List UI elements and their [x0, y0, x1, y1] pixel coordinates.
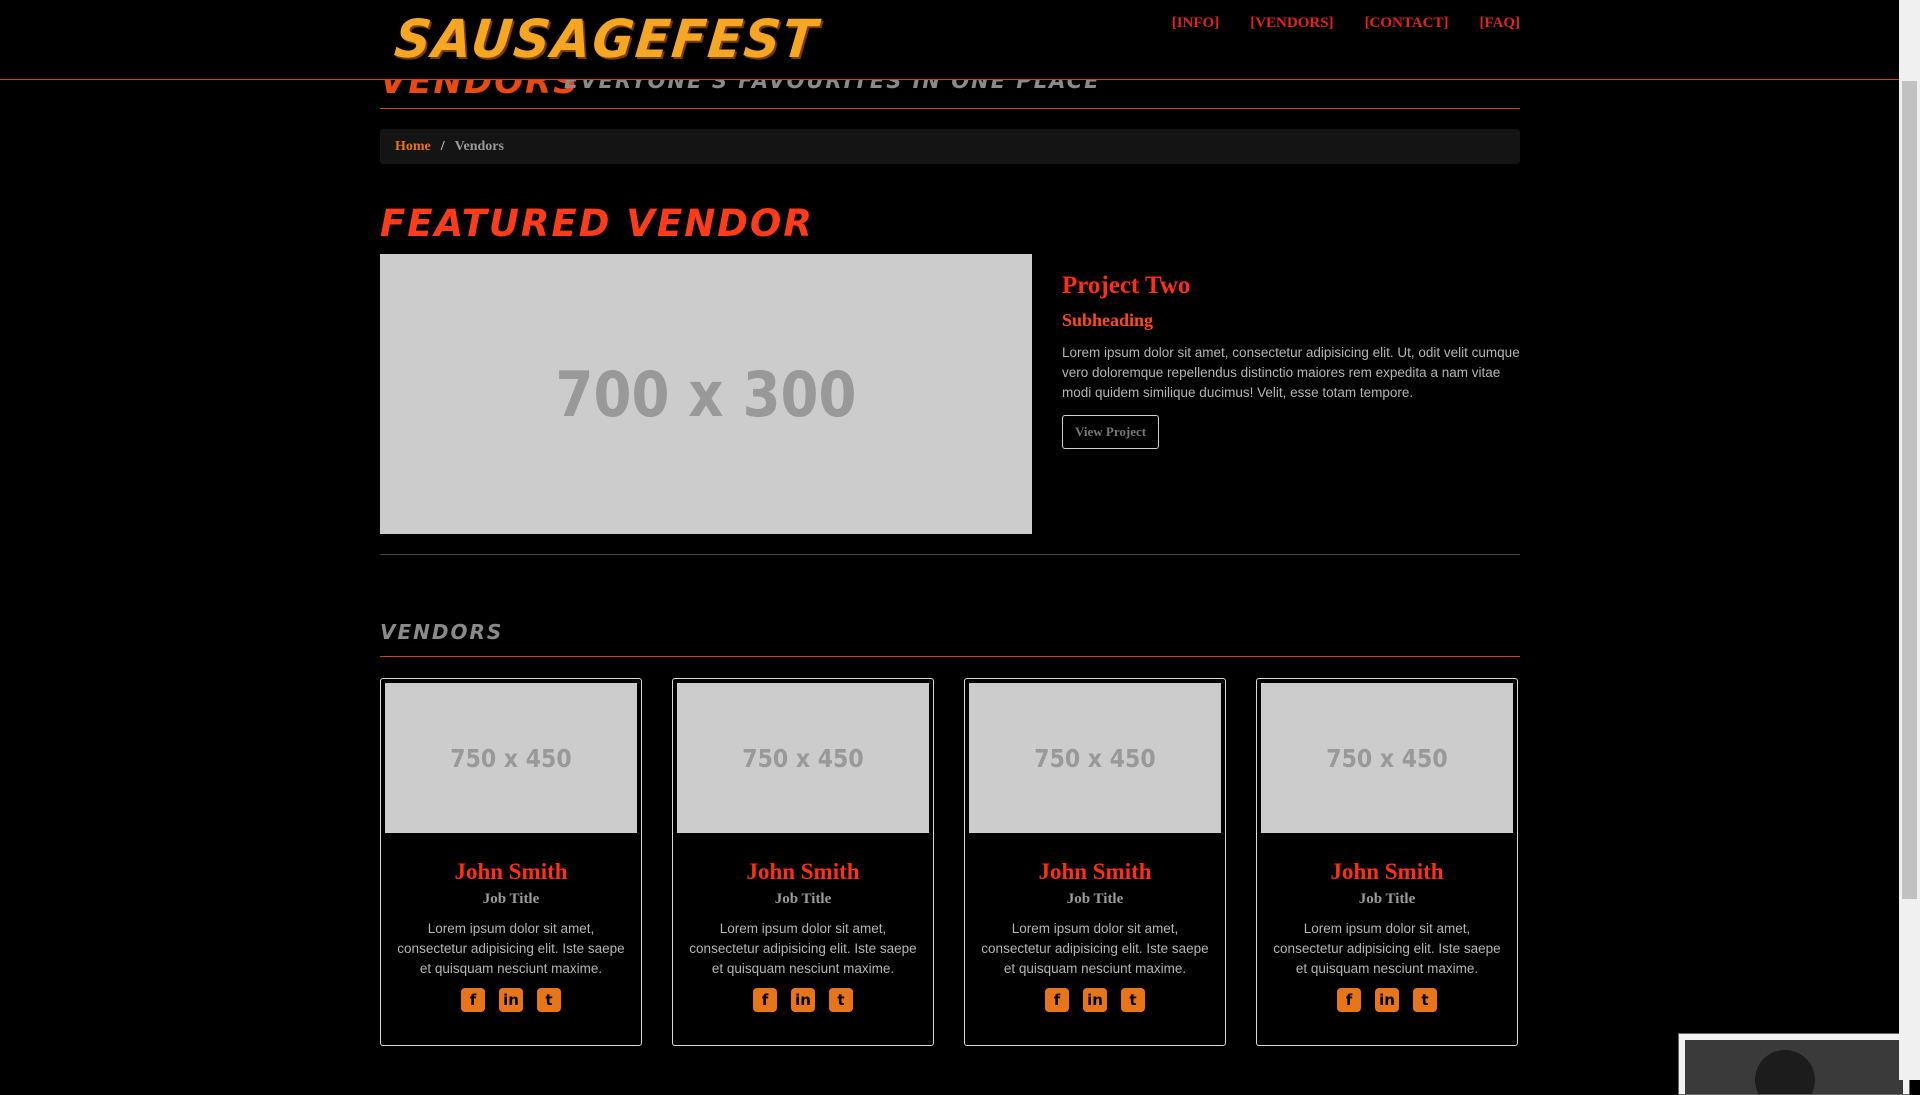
featured-image-placeholder: 700 x 300	[380, 254, 1032, 534]
video-person-image	[1755, 1050, 1815, 1094]
breadcrumb: Home / Vendors	[380, 129, 1520, 164]
brand-logo[interactable]: SAUSAGEFEST	[392, 9, 822, 70]
scrollbar-thumb[interactable]	[1902, 81, 1917, 899]
vendor-cards: 750 x 450 John Smith Job Title Lorem ips…	[380, 678, 1520, 1046]
vendor-card: 750 x 450 John Smith Job Title Lorem ips…	[672, 678, 934, 1046]
vendor-image-placeholder: 750 x 450	[385, 683, 637, 833]
nav-contact[interactable]: [CONTACT]	[1365, 15, 1449, 32]
linkedin-icon[interactable]: in	[1375, 988, 1399, 1012]
facebook-icon[interactable]: f	[461, 988, 485, 1012]
project-description: Lorem ipsum dolor sit amet, consectetur …	[1062, 345, 1520, 400]
breadcrumb-current: Vendors	[454, 138, 504, 154]
vendor-image-placeholder: 750 x 450	[1261, 683, 1513, 833]
section-divider	[380, 554, 1520, 555]
breadcrumb-separator: /	[440, 138, 445, 154]
vendor-job-title: Job Title	[1066, 891, 1124, 907]
page-scrollbar[interactable]	[1899, 0, 1920, 1080]
vendor-socials: f in t	[1261, 988, 1513, 1012]
vendors-heading-text: Vendors	[380, 620, 504, 644]
vendor-job-title: Job Title	[1358, 891, 1416, 907]
video-frame	[1685, 1040, 1903, 1094]
featured-info: Project Two Subheading Lorem ipsum dolor…	[1062, 272, 1522, 449]
vendor-name: John Smith	[1330, 859, 1444, 884]
view-project-button[interactable]: View Project	[1062, 415, 1160, 449]
vendor-image-placeholder: 750 x 450	[677, 683, 929, 833]
vendor-socials: f in t	[385, 988, 637, 1012]
project-title: Project Two	[1062, 272, 1191, 299]
vendor-description: Lorem ipsum dolor sit amet, consectetur …	[397, 921, 625, 976]
facebook-icon[interactable]: f	[1045, 988, 1069, 1012]
vendor-image-placeholder: 750 x 450	[969, 683, 1221, 833]
facebook-icon[interactable]: f	[1337, 988, 1361, 1012]
vendor-socials: f in t	[677, 988, 929, 1012]
vendors-heading: Vendors	[380, 620, 1520, 657]
video-thumbnail[interactable]	[1678, 1033, 1910, 1095]
linkedin-icon[interactable]: in	[1083, 988, 1107, 1012]
vendor-socials: f in t	[969, 988, 1221, 1012]
project-subheading: Subheading	[1062, 310, 1154, 330]
vendor-description: Lorem ipsum dolor sit amet, consectetur …	[1273, 921, 1501, 976]
vendor-job-title: Job Title	[482, 891, 540, 907]
twitter-icon[interactable]: t	[1121, 988, 1145, 1012]
vendor-name: John Smith	[1038, 859, 1152, 884]
vendor-description: Lorem ipsum dolor sit amet, consectetur …	[981, 921, 1209, 976]
vendor-card: 750 x 450 John Smith Job Title Lorem ips…	[964, 678, 1226, 1046]
vendor-description: Lorem ipsum dolor sit amet, consectetur …	[689, 921, 917, 976]
vendor-card: 750 x 450 John Smith Job Title Lorem ips…	[1256, 678, 1518, 1046]
vendor-image-label: 750 x 450	[742, 743, 864, 773]
vendor-job-title: Job Title	[774, 891, 832, 907]
vendor-card: 750 x 450 John Smith Job Title Lorem ips…	[380, 678, 642, 1046]
nav-vendors[interactable]: [VENDORS]	[1250, 15, 1333, 32]
vendor-name: John Smith	[454, 859, 568, 884]
vendor-image-label: 750 x 450	[1326, 743, 1448, 773]
twitter-icon[interactable]: t	[829, 988, 853, 1012]
vendor-name: John Smith	[746, 859, 860, 884]
facebook-icon[interactable]: f	[753, 988, 777, 1012]
twitter-icon[interactable]: t	[1413, 988, 1437, 1012]
linkedin-icon[interactable]: in	[499, 988, 523, 1012]
breadcrumb-home-link[interactable]: Home	[395, 139, 431, 155]
vendor-image-label: 750 x 450	[1034, 743, 1156, 773]
twitter-icon[interactable]: t	[537, 988, 561, 1012]
nav-info[interactable]: [INFO]	[1172, 15, 1220, 32]
main-nav: [INFO] [VENDORS] [CONTACT] [FAQ]	[1172, 15, 1520, 32]
vendor-image-label: 750 x 450	[450, 743, 572, 773]
nav-faq[interactable]: [FAQ]	[1479, 15, 1520, 32]
navbar: SAUSAGEFEST [INFO] [VENDORS] [CONTACT] […	[0, 0, 1899, 80]
featured-section-title: Featured Vendor	[380, 202, 814, 245]
linkedin-icon[interactable]: in	[791, 988, 815, 1012]
featured-image-label: 700 x 300	[555, 357, 857, 431]
